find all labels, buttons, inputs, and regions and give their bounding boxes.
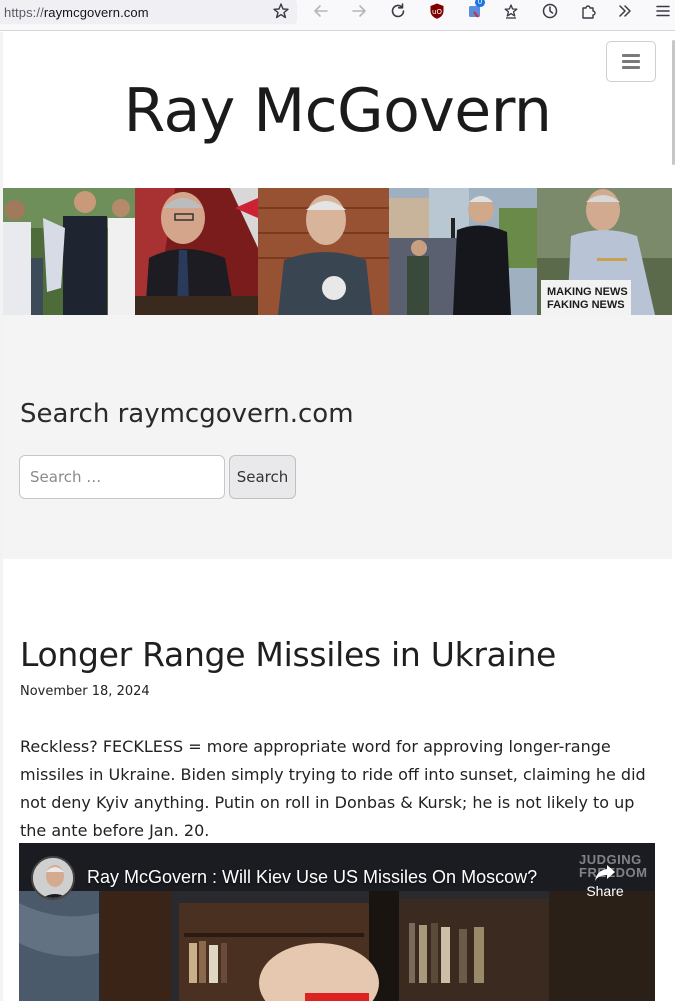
extensions-icon[interactable] bbox=[576, 0, 600, 22]
app-menu-icon[interactable] bbox=[651, 0, 675, 22]
banner-caption-line-1: MAKING NEWS bbox=[547, 286, 628, 298]
post-title[interactable]: Longer Range Missiles in Ukraine bbox=[20, 635, 556, 675]
post-body: Reckless? FECKLESS = more appropriate wo… bbox=[20, 737, 646, 840]
hamburger-icon-bar bbox=[622, 54, 640, 57]
banner-caption-line-2: FAKING NEWS bbox=[547, 299, 625, 311]
share-arrow-icon bbox=[579, 861, 631, 883]
search-button[interactable]: Search bbox=[229, 455, 296, 499]
history-icon[interactable] bbox=[538, 0, 562, 22]
address-bar[interactable]: https://raymcgovern.com bbox=[0, 0, 297, 24]
video-title[interactable]: Ray McGovern : Will Kiev Use US Missiles… bbox=[87, 867, 537, 888]
banner-photo-podium: MAKING NEWS FAKING NEWS bbox=[537, 188, 672, 315]
banner-photo-group bbox=[3, 188, 135, 315]
back-arrow-icon[interactable] bbox=[309, 0, 333, 22]
bookmark-star-icon[interactable] bbox=[269, 0, 293, 22]
url-text: https://raymcgovern.com bbox=[4, 4, 149, 20]
video-share-button[interactable]: Share bbox=[579, 861, 631, 899]
search-input[interactable] bbox=[19, 455, 225, 499]
browser-toolbar: https://raymcgovern.com uO 0 bbox=[0, 0, 675, 31]
search-widget: Search raymcgovern.com Search bbox=[3, 315, 672, 559]
extension-badge-icon[interactable]: 0 bbox=[463, 0, 487, 22]
hamburger-icon-bar bbox=[622, 60, 640, 63]
search-heading: Search raymcgovern.com bbox=[20, 399, 354, 429]
page-content: Ray McGovern MAKING NEWS FAKING NEWS Sea… bbox=[3, 32, 672, 1001]
svg-text:uO: uO bbox=[432, 8, 442, 16]
overflow-chevrons-icon[interactable] bbox=[613, 0, 637, 22]
channel-avatar[interactable] bbox=[31, 856, 75, 900]
banner-photo-veterans bbox=[258, 188, 389, 315]
video-embed[interactable]: Ray McGovern : Will Kiev Use US Missiles… bbox=[19, 843, 655, 1001]
share-label: Share bbox=[586, 883, 624, 899]
reload-icon[interactable] bbox=[386, 0, 410, 22]
site-title[interactable]: Ray McGovern bbox=[3, 76, 672, 146]
hamburger-icon-bar bbox=[622, 66, 640, 69]
header-banner: MAKING NEWS FAKING NEWS bbox=[3, 188, 672, 315]
bookmarks-toolbar-icon[interactable] bbox=[499, 0, 523, 22]
forward-arrow-icon[interactable] bbox=[347, 0, 371, 22]
ublock-icon[interactable]: uO bbox=[425, 0, 449, 22]
banner-photo-rally bbox=[389, 188, 537, 315]
banner-photo-flags bbox=[135, 188, 258, 315]
post-date[interactable]: November 18, 2024 bbox=[20, 684, 150, 699]
